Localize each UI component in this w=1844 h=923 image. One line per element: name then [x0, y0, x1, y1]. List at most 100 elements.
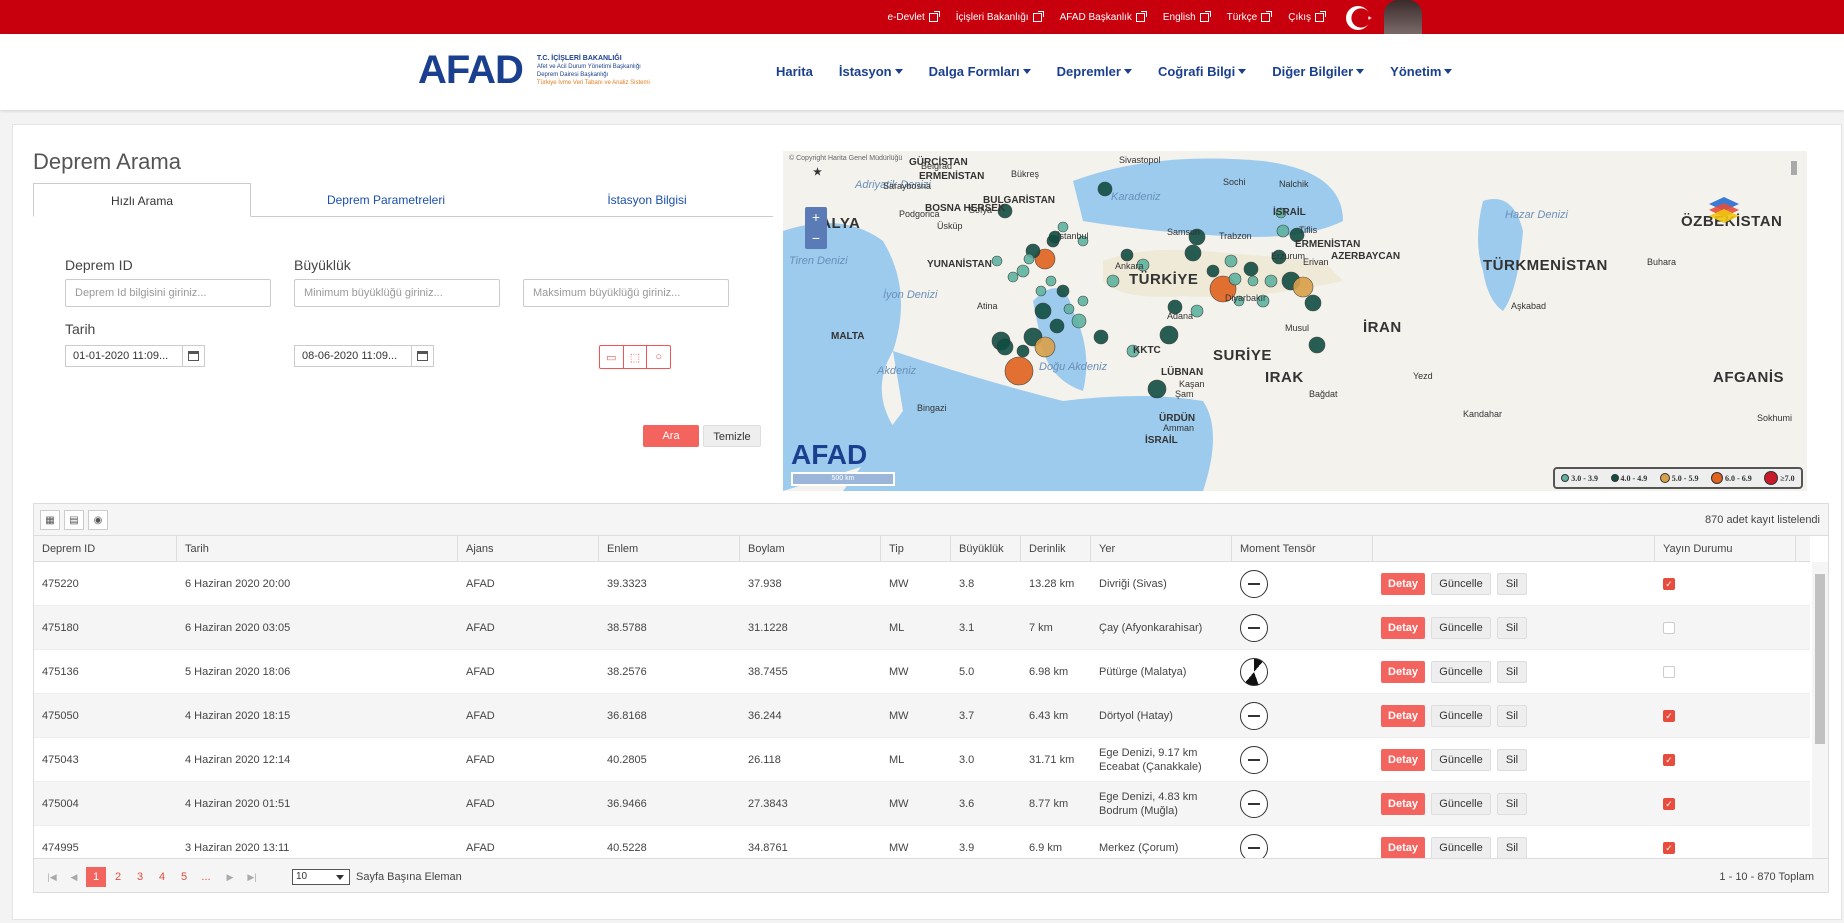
afad-logo[interactable]: AFAD T.C. İÇİŞLERİ BAKANLIĞI Afet ve Aci…: [418, 48, 650, 93]
col-deprem-id[interactable]: Deprem ID: [34, 536, 177, 562]
detail-button[interactable]: Detay: [1381, 837, 1425, 858]
earthquake-marker[interactable]: [1071, 313, 1087, 329]
col-tarih[interactable]: Tarih: [177, 536, 458, 562]
earthquake-marker[interactable]: [1049, 318, 1065, 334]
export-excel-icon[interactable]: ▦: [40, 510, 60, 530]
table-row[interactable]: 475043 4 Haziran 2020 12:14 AFAD 40.2805 26.…: [34, 738, 1810, 782]
draw-polygon-icon[interactable]: ▭: [600, 346, 624, 368]
calendar-icon[interactable]: [411, 346, 433, 366]
nav-item-istasyon[interactable]: İstasyon: [839, 64, 903, 79]
published-checkbox[interactable]: [1663, 622, 1675, 634]
search-button[interactable]: Ara: [643, 425, 699, 447]
earthquake-marker[interactable]: [1206, 264, 1220, 278]
draw-circle-icon[interactable]: ○: [647, 346, 670, 368]
earthquake-marker[interactable]: [1077, 295, 1089, 307]
table-row[interactable]: 475004 4 Haziran 2020 01:51 AFAD 36.9466 27.…: [34, 782, 1810, 826]
earthquake-marker[interactable]: [1056, 284, 1070, 298]
published-checkbox[interactable]: ✓: [1663, 578, 1675, 590]
delete-button[interactable]: Sil: [1497, 793, 1527, 815]
prev-page-icon[interactable]: ◀: [64, 867, 84, 887]
earthquake-marker[interactable]: [1159, 325, 1179, 345]
tab-hizli-arama[interactable]: Hızlı Arama: [33, 183, 251, 217]
map-scroll-handle[interactable]: [1789, 161, 1799, 175]
earthquake-marker[interactable]: [1120, 248, 1134, 262]
update-button[interactable]: Güncelle: [1431, 661, 1491, 683]
col-moment-tensor[interactable]: Moment Tensör: [1232, 536, 1373, 562]
earthquake-marker[interactable]: [1045, 275, 1057, 287]
earthquake-marker[interactable]: [1097, 181, 1113, 197]
earthquake-marker[interactable]: [1228, 272, 1242, 286]
earthquake-marker[interactable]: [1034, 336, 1056, 358]
table-row[interactable]: 475180 6 Haziran 2020 03:05 AFAD 38.5788 31.…: [34, 606, 1810, 650]
link-icisleri[interactable]: İçişleri Bakanlığı: [956, 10, 1044, 23]
earthquake-marker[interactable]: [1035, 285, 1047, 297]
delete-button[interactable]: Sil: [1497, 749, 1527, 771]
earthquake-marker[interactable]: [1016, 344, 1030, 358]
earthquake-marker[interactable]: [1004, 356, 1034, 386]
magnitude-max-input[interactable]: Maksimum büyüklüğü giriniz...: [523, 279, 729, 307]
update-button[interactable]: Güncelle: [1431, 793, 1491, 815]
beachball-icon[interactable]: [1240, 834, 1268, 858]
beachball-icon[interactable]: [1240, 790, 1268, 818]
update-button[interactable]: Güncelle: [1431, 837, 1491, 858]
published-checkbox[interactable]: ✓: [1663, 710, 1675, 722]
start-date-input[interactable]: 01-01-2020 11:09...: [65, 345, 205, 367]
globe-icon[interactable]: ◉: [88, 510, 108, 530]
nav-item-diger-bilgiler[interactable]: Diğer Bilgiler: [1272, 64, 1365, 79]
page-ellipsis[interactable]: ...: [196, 867, 216, 887]
earthquake-marker[interactable]: [1224, 254, 1238, 268]
earthquake-marker[interactable]: [1016, 264, 1030, 278]
earthquake-marker[interactable]: [1034, 302, 1052, 320]
layers-icon[interactable]: [1707, 195, 1741, 225]
update-button[interactable]: Güncelle: [1431, 705, 1491, 727]
col-boylam[interactable]: Boylam: [740, 536, 881, 562]
beachball-icon[interactable]: [1240, 746, 1268, 774]
page-button[interactable]: 2: [108, 867, 128, 887]
earthquake-marker[interactable]: [1243, 261, 1259, 277]
delete-button[interactable]: Sil: [1497, 837, 1527, 858]
nav-item-yonetim[interactable]: Yönetim: [1390, 64, 1453, 79]
delete-button[interactable]: Sil: [1497, 617, 1527, 639]
beachball-icon[interactable]: [1240, 658, 1268, 686]
col-buyukluk[interactable]: Büyüklük: [951, 536, 1021, 562]
draw-rectangle-icon[interactable]: ⬚: [624, 346, 648, 368]
table-scrollbar[interactable]: [1812, 562, 1828, 858]
page-size-select[interactable]: 10: [292, 869, 350, 885]
nav-item-depremler[interactable]: Depremler: [1057, 64, 1132, 79]
earthquake-marker[interactable]: [991, 255, 1003, 267]
earthquake-marker[interactable]: [1106, 274, 1120, 288]
table-row[interactable]: 474995 3 Haziran 2020 13:11 AFAD 40.5228 34.…: [34, 826, 1810, 858]
earthquake-marker[interactable]: [1063, 303, 1075, 315]
zoom-in-button[interactable]: +: [805, 207, 827, 228]
page-button[interactable]: 5: [174, 867, 194, 887]
nav-item-cografi-bilgi[interactable]: Coğrafi Bilgi: [1158, 64, 1247, 79]
delete-button[interactable]: Sil: [1497, 573, 1527, 595]
delete-button[interactable]: Sil: [1497, 705, 1527, 727]
next-page-icon[interactable]: ▶: [220, 867, 240, 887]
col-yayin-durumu[interactable]: Yayın Durumu: [1655, 536, 1796, 562]
update-button[interactable]: Güncelle: [1431, 617, 1491, 639]
table-row[interactable]: 475220 6 Haziran 2020 20:00 AFAD 39.3323 37.…: [34, 562, 1810, 606]
nav-item-dalga-formlari[interactable]: Dalga Formları: [929, 64, 1031, 79]
published-checkbox[interactable]: ✓: [1663, 842, 1675, 854]
earthquake-marker[interactable]: [1247, 275, 1259, 287]
last-page-icon[interactable]: ▶|: [242, 867, 262, 887]
link-e-devlet[interactable]: e-Devlet: [888, 10, 940, 23]
published-checkbox[interactable]: ✓: [1663, 754, 1675, 766]
link-afad-baskanlik[interactable]: AFAD Başkanlık: [1060, 10, 1147, 23]
zoom-out-button[interactable]: −: [805, 228, 827, 249]
table-row[interactable]: 475050 4 Haziran 2020 18:15 AFAD 36.8168 36.…: [34, 694, 1810, 738]
earthquake-marker[interactable]: [1308, 336, 1326, 354]
scrollbar-thumb[interactable]: [1815, 574, 1825, 744]
col-enlem[interactable]: Enlem: [599, 536, 740, 562]
earthquake-marker[interactable]: [996, 338, 1014, 356]
col-derinlik[interactable]: Derinlik: [1021, 536, 1091, 562]
col-ajans[interactable]: Ajans: [458, 536, 599, 562]
map-canvas[interactable]: [783, 151, 1807, 491]
detail-button[interactable]: Detay: [1381, 573, 1425, 595]
earthquake-marker[interactable]: [1184, 244, 1202, 262]
detail-button[interactable]: Detay: [1381, 705, 1425, 727]
earthquake-marker[interactable]: [1304, 294, 1322, 312]
earthquake-map[interactable]: © Copyright Harita Genel Müdürlüğü ★ Adr…: [783, 151, 1807, 491]
link-logout[interactable]: Çıkış: [1288, 10, 1326, 23]
